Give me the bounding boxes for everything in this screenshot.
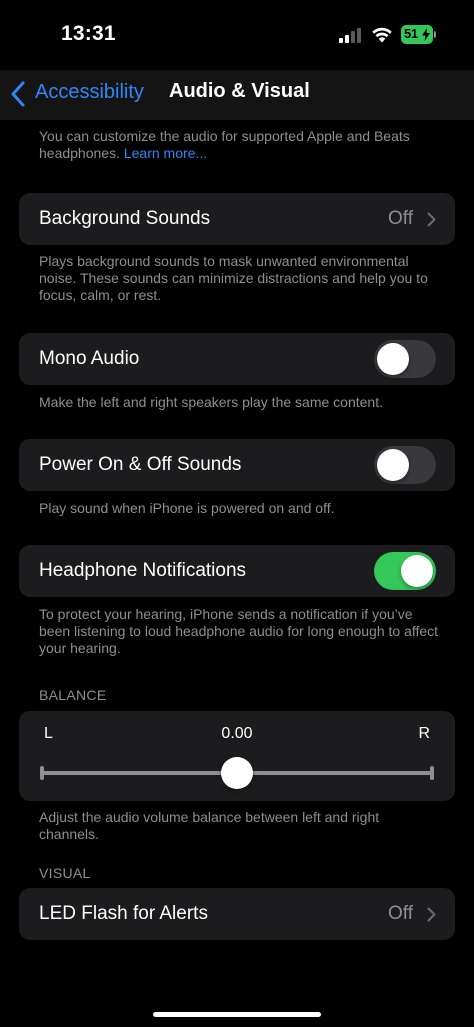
page-title: Audio & Visual [169,80,310,102]
balance-slider-left-end [40,766,44,780]
mono-audio-label: Mono Audio [39,348,140,369]
power-sounds-toggle[interactable] [374,446,436,484]
chevron-right-icon [427,212,436,227]
status-bar: 13:31 51 [0,0,474,70]
home-indicator[interactable] [153,1012,321,1017]
power-sounds-label: Power On & Off Sounds [39,454,242,475]
battery-cap [434,31,436,38]
chevron-right-icon [427,907,436,922]
battery-icon: 51 [401,25,433,44]
balance-right-label: R [418,725,430,742]
balance-value: 0.00 [221,725,253,742]
headphone-notifications-toggle[interactable] [374,552,436,590]
balance-footer: Adjust the audio volume balance between … [39,809,380,842]
signal-icon [339,27,364,43]
intro-description: You can customize the audio for supporte… [39,128,410,161]
mono-audio-row: Mono Audio [19,333,455,385]
status-time: 13:31 [61,22,116,45]
back-button[interactable]: Accessibility [35,81,144,104]
background-sounds-label: Background Sounds [39,208,211,229]
learn-more-link[interactable]: Learn more... [124,145,207,161]
toggle-knob [401,555,433,587]
intro-text: You can customize the audio for supporte… [39,128,439,162]
background-sounds-value: Off [388,208,413,229]
power-sounds-row: Power On & Off Sounds [19,439,455,491]
balance-slider-thumb[interactable] [221,757,253,789]
headphone-notifications-label: Headphone Notifications [39,560,247,581]
power-sounds-footer: Play sound when iPhone is powered on and… [39,500,335,516]
toggle-knob [377,343,409,375]
led-flash-value: Off [388,903,413,924]
headphone-notifications-row: Headphone Notifications [19,545,455,597]
balance-section-header: BALANCE [39,687,107,703]
mono-audio-toggle[interactable] [374,340,436,378]
background-sounds-footer: Plays background sounds to mask unwanted… [39,253,428,303]
background-sounds-row[interactable]: Background Sounds Off [19,193,455,245]
led-flash-label: LED Flash for Alerts [39,903,208,924]
navigation-bar: Accessibility Audio & Visual [0,70,474,120]
balance-slider-cell: L 0.00 R [19,711,455,801]
headphone-notifications-footer: To protect your hearing, iPhone sends a … [39,606,439,656]
charging-bolt-icon [422,28,430,41]
led-flash-row[interactable]: LED Flash for Alerts Off [19,888,455,940]
battery-level: 51 [404,26,418,41]
back-chevron-icon[interactable] [10,81,26,107]
mono-audio-footer: Make the left and right speakers play th… [39,394,383,410]
wifi-icon [372,27,392,43]
toggle-knob [377,449,409,481]
visual-section-header: VISUAL [39,865,91,881]
balance-slider-right-end [430,766,434,780]
